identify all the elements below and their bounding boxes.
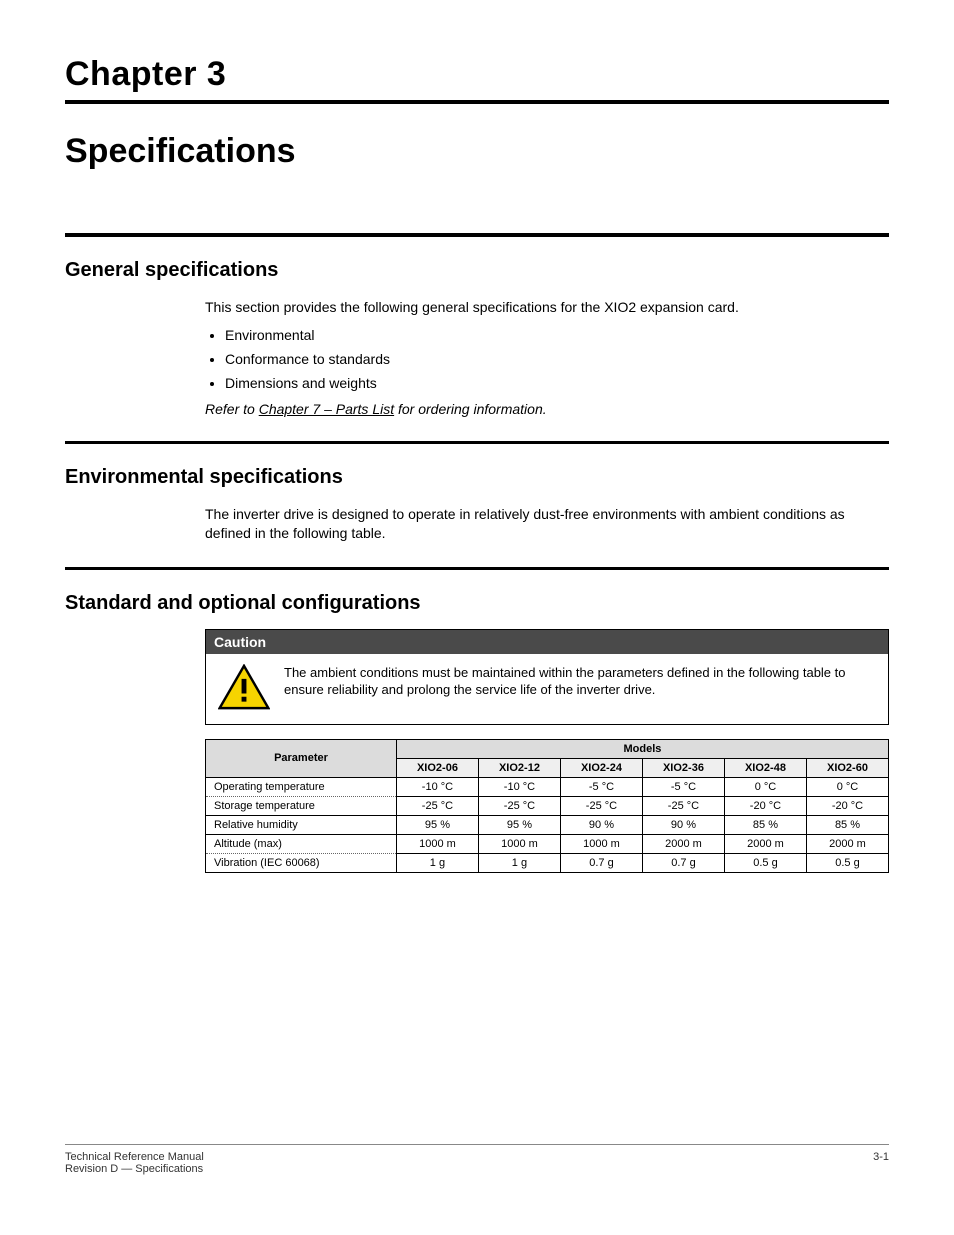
table-row: Relative humidity 95 % 95 % 90 % 90 % 85…	[206, 815, 889, 834]
general-bullet-list: Environmental Conformance to standards D…	[225, 327, 889, 391]
param-header: Parameter	[206, 739, 397, 777]
table-row: Storage temperature -25 °C -25 °C -25 °C…	[206, 796, 889, 815]
caution-text: The ambient conditions must be maintaine…	[284, 664, 876, 699]
cell: 1 g	[478, 853, 560, 872]
bullet-item: Conformance to standards	[225, 351, 889, 367]
section-general-title: General specifications	[65, 259, 889, 282]
cell: 2000 m	[724, 834, 806, 853]
rule-mid-1	[65, 441, 889, 444]
cell: 90 %	[560, 815, 642, 834]
cell: 2000 m	[806, 834, 888, 853]
cell: 95 %	[396, 815, 478, 834]
row-label: Storage temperature	[206, 796, 397, 815]
table-header-row: Parameter Models	[206, 739, 889, 758]
row-label: Operating temperature	[206, 777, 397, 796]
cell: -5 °C	[642, 777, 724, 796]
row-label: Altitude (max)	[206, 834, 397, 853]
caution-box: Caution The ambient conditions must be m…	[205, 629, 889, 725]
cell: 1000 m	[560, 834, 642, 853]
model-col: XIO2-06	[396, 758, 478, 777]
cell: -25 °C	[478, 796, 560, 815]
cell: -20 °C	[724, 796, 806, 815]
section-general-intro: This section provides the following gene…	[205, 298, 889, 317]
chapter-header: Chapter 3 Specifications	[65, 0, 889, 237]
config-heading: Standard and optional configurations	[65, 592, 889, 615]
refer-prefix: Refer to	[205, 401, 259, 417]
cell: 2000 m	[642, 834, 724, 853]
cell: 95 %	[478, 815, 560, 834]
cell: 0 °C	[724, 777, 806, 796]
row-label: Relative humidity	[206, 815, 397, 834]
row-label: Vibration (IEC 60068)	[206, 853, 397, 872]
cell: -20 °C	[806, 796, 888, 815]
warning-triangle-icon	[218, 664, 270, 710]
chapter-label: Chapter 3	[65, 55, 889, 94]
rule-mid-2	[65, 567, 889, 570]
section-config: Standard and optional configurations Cau…	[65, 592, 889, 873]
section-env: Environmental specifications The inverte…	[65, 466, 889, 543]
cell: 1 g	[396, 853, 478, 872]
cell: -25 °C	[642, 796, 724, 815]
cell: 85 %	[724, 815, 806, 834]
cell: 90 %	[642, 815, 724, 834]
page-footer: Technical Reference Manual Revision D — …	[65, 1144, 889, 1175]
caution-header: Caution	[206, 630, 888, 654]
cell: 0.7 g	[560, 853, 642, 872]
refer-suffix: for ordering information.	[394, 401, 547, 417]
cell: 1000 m	[478, 834, 560, 853]
model-col: XIO2-60	[806, 758, 888, 777]
rule-top	[65, 100, 889, 104]
model-col: XIO2-24	[560, 758, 642, 777]
model-col: XIO2-48	[724, 758, 806, 777]
footer-left: Technical Reference Manual Revision D — …	[65, 1151, 204, 1175]
caution-body: The ambient conditions must be maintaine…	[206, 654, 888, 724]
section-env-body: The inverter drive is designed to operat…	[205, 505, 889, 543]
cell: -10 °C	[478, 777, 560, 796]
cell: 85 %	[806, 815, 888, 834]
cell: 1000 m	[396, 834, 478, 853]
table-row: Operating temperature -10 °C -10 °C -5 °…	[206, 777, 889, 796]
cell: 0.5 g	[806, 853, 888, 872]
section-env-title: Environmental specifications	[65, 466, 889, 489]
refer-line: Refer to Chapter 7 – Parts List for orde…	[205, 401, 889, 417]
spec-table: Parameter Models XIO2-06 XIO2-12 XIO2-24…	[205, 739, 889, 873]
bullet-item: Dimensions and weights	[225, 375, 889, 391]
model-col: XIO2-12	[478, 758, 560, 777]
refer-link: Chapter 7 – Parts List	[259, 401, 394, 417]
section-general: General specifications This section prov…	[65, 259, 889, 417]
cell: 0.7 g	[642, 853, 724, 872]
cell: 0 °C	[806, 777, 888, 796]
cell: -25 °C	[396, 796, 478, 815]
footer-page-number: 3-1	[873, 1151, 889, 1175]
chapter-title: Specifications	[65, 132, 889, 171]
cell: -25 °C	[560, 796, 642, 815]
table-row: Vibration (IEC 60068) 1 g 1 g 0.7 g 0.7 …	[206, 853, 889, 872]
cell: -5 °C	[560, 777, 642, 796]
model-col: XIO2-36	[642, 758, 724, 777]
rule-under-title	[65, 233, 889, 237]
table-row: Altitude (max) 1000 m 1000 m 1000 m 2000…	[206, 834, 889, 853]
bullet-item: Environmental	[225, 327, 889, 343]
cell: 0.5 g	[724, 853, 806, 872]
cell: -10 °C	[396, 777, 478, 796]
models-header: Models	[396, 739, 888, 758]
